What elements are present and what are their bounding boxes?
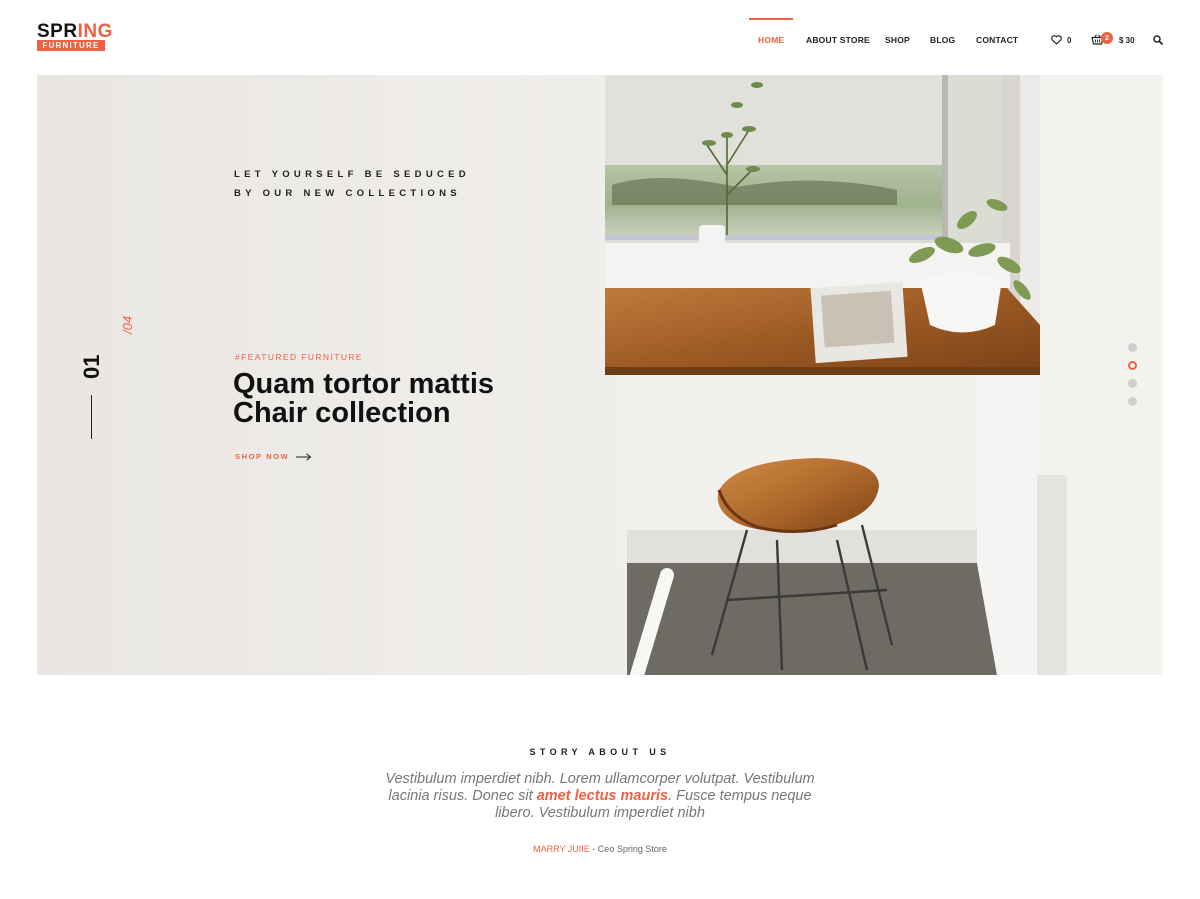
slider-dot-4[interactable] [1128, 397, 1137, 406]
slide-total-number: /04 [120, 315, 135, 334]
hero-title-line-1: Quam tortor mattis [233, 368, 495, 400]
story-author-role: - Ceo Spring Store [589, 844, 667, 854]
shop-now-link[interactable]: SHOP NOW [235, 452, 289, 461]
story-quote-highlight: amet lectus mauris [536, 788, 669, 804]
cart-count-badge: 2 [1101, 32, 1113, 44]
slide-counter: 01 /04 [77, 305, 135, 445]
nav-active-indicator [749, 18, 793, 20]
heart-icon[interactable] [1051, 35, 1062, 45]
cart-total: $ 30 [1119, 36, 1135, 45]
logo-wordmark: SPRING [37, 21, 112, 42]
arrow-right-icon[interactable] [296, 453, 312, 461]
hero-category-tag: #FEATURED FURNITURE [235, 352, 363, 362]
brand-logo[interactable]: SPRING FURNITURE [37, 21, 112, 52]
logo-subtitle: FURNITURE [37, 40, 105, 51]
slide-current-number: 01 [79, 354, 104, 379]
nav-about-store[interactable]: ABOUT STORE [806, 35, 870, 45]
hero-tagline: LET YOURSELF BE SEDUCED BY OUR NEW COLLE… [234, 165, 470, 203]
logo-part-1: SPR [37, 21, 78, 42]
slide-counter-line [91, 395, 92, 439]
wishlist-count: 0 [1067, 36, 1072, 45]
hero-title-line-2: Chair collection [233, 397, 451, 429]
hero-background-image [37, 75, 1163, 675]
hero-slider: LET YOURSELF BE SEDUCED BY OUR NEW COLLE… [37, 75, 1163, 675]
hero-title: Quam tortor mattis Chair collection [233, 370, 494, 428]
logo-part-2: ING [77, 21, 113, 42]
nav-shop[interactable]: SHOP [885, 35, 910, 45]
nav-blog[interactable]: BLOG [930, 35, 955, 45]
story-author-name: MARRY JUIIE [533, 844, 590, 854]
nav-contact[interactable]: CONTACT [976, 35, 1018, 45]
story-title: STORY ABOUT US [529, 747, 671, 757]
site-header: SPRING FURNITURE HOME ABOUT STORE SHOP B… [0, 0, 1200, 75]
search-icon[interactable] [1153, 35, 1163, 45]
story-quote: Vestibulum imperdiet nibh. Lorem ullamco… [380, 771, 820, 822]
story-author: MARRY JUIIE - Ceo Spring Store [0, 844, 1200, 854]
nav-home[interactable]: HOME [758, 35, 784, 45]
hero-tagline-line-1: LET YOURSELF BE SEDUCED [234, 169, 470, 180]
hero-tagline-line-2: BY OUR NEW COLLECTIONS [234, 188, 461, 199]
slider-dot-1[interactable] [1128, 343, 1137, 352]
slider-dot-3[interactable] [1128, 379, 1137, 388]
slider-dot-2[interactable] [1128, 361, 1137, 370]
